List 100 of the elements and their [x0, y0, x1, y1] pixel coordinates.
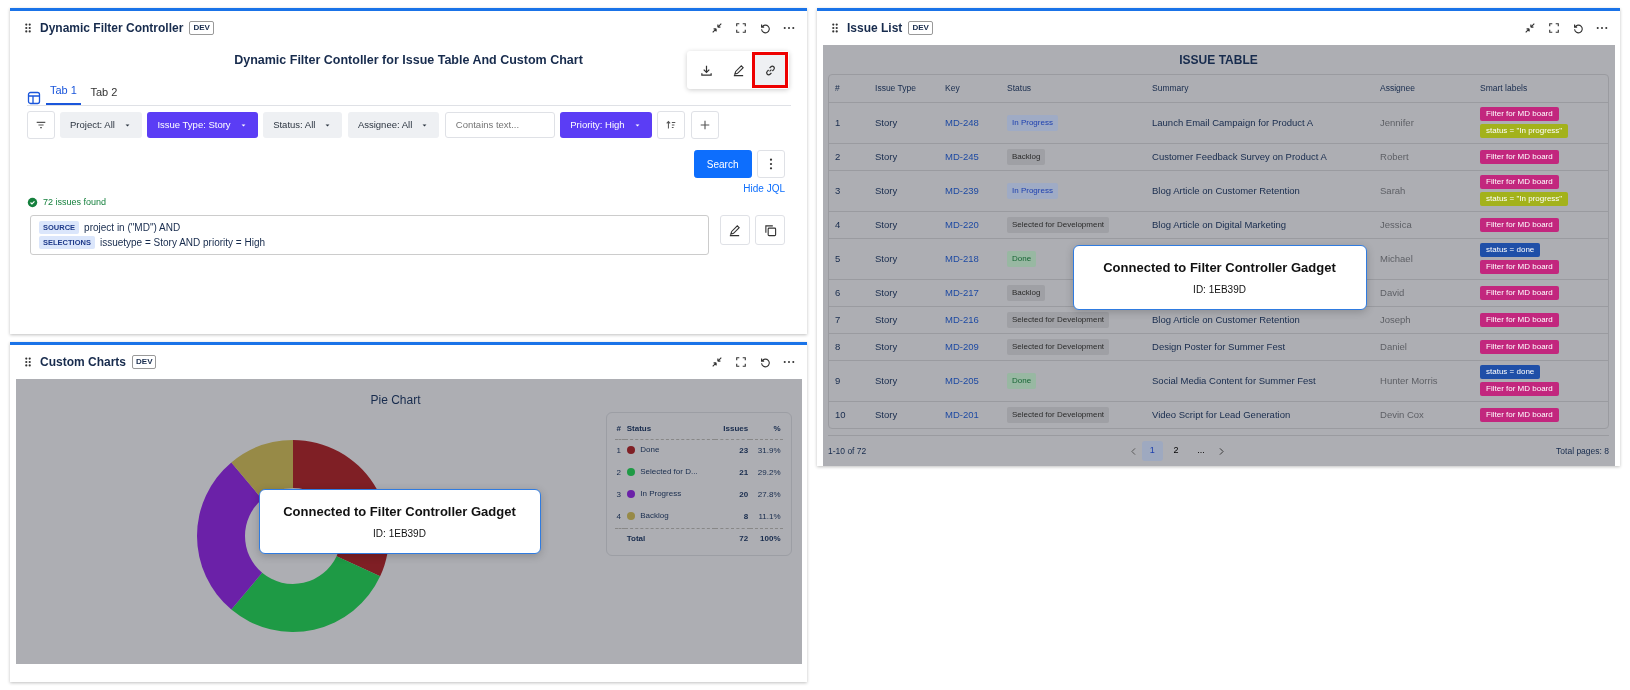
column-header: Issue Type: [869, 75, 939, 103]
status-label: Selected for Development: [1007, 216, 1110, 233]
search-button[interactable]: Search: [693, 150, 752, 179]
fullscreen-icon[interactable]: [735, 356, 747, 368]
issue-key-link[interactable]: MD-245: [945, 150, 979, 162]
refresh-icon[interactable]: [759, 22, 771, 34]
status-label: Selected for Development: [1007, 311, 1110, 328]
fullscreen-icon[interactable]: [735, 22, 747, 34]
filter-dropdown[interactable]: Status: All: [263, 112, 343, 139]
collapse-icon[interactable]: [711, 22, 723, 34]
result-count: 72 issues found: [43, 196, 107, 209]
hide-jql-link[interactable]: Hide JQL: [743, 181, 785, 196]
total-pages: Total pages: 8: [1556, 444, 1609, 458]
link-icon: [763, 63, 777, 77]
smart-label: Filter for MD board: [1480, 285, 1559, 300]
environment-tag: DEV: [908, 21, 933, 35]
table-cell: 3: [829, 170, 869, 212]
table-cell: Video Script for Lead Generation: [1152, 408, 1291, 420]
success-icon: [26, 197, 38, 209]
page-button[interactable]: 1: [1141, 441, 1163, 461]
filter-dropdown[interactable]: Assignee: All: [347, 112, 440, 139]
issue-key-link[interactable]: MD-205: [945, 374, 979, 386]
filter-dropdown[interactable]: Priority: High: [560, 112, 652, 139]
assignee-name: David: [1380, 286, 1405, 298]
issue-key-link[interactable]: MD-201: [945, 408, 979, 420]
issue-key-link[interactable]: MD-218: [945, 252, 979, 264]
drag-handle-icon[interactable]: [22, 22, 34, 34]
issue-key-link[interactable]: MD-209: [945, 340, 979, 352]
tab[interactable]: Tab 1: [46, 80, 81, 105]
legend-count: 20: [738, 489, 750, 501]
column-header: #: [829, 75, 869, 103]
environment-tag: DEV: [189, 21, 214, 35]
text-filter-field[interactable]: Contains text...: [444, 112, 555, 139]
issue-key-link[interactable]: MD-248: [945, 116, 979, 128]
legend-label: Backlog: [640, 510, 669, 522]
legend-header: Issues: [715, 419, 751, 440]
legend-percent: 11.1%: [750, 506, 783, 529]
table-cell: Blog Article on Customer Retention: [1152, 313, 1300, 325]
assignee-name: Hunter Morris: [1380, 374, 1438, 386]
table-cell: Story: [869, 333, 939, 361]
status-label: Selected for Development: [1007, 407, 1110, 423]
column-header: Assignee: [1374, 75, 1474, 103]
issue-key-link[interactable]: MD-239: [945, 184, 979, 196]
collapse-icon[interactable]: [711, 356, 723, 368]
smart-label: status = done: [1480, 365, 1541, 380]
gadget-title: Issue List: [847, 20, 903, 37]
column-header: Status: [1001, 75, 1146, 103]
fullscreen-icon[interactable]: [1548, 22, 1560, 34]
assignee-name: Joseph: [1380, 313, 1411, 325]
tab[interactable]: Tab 2: [86, 82, 122, 105]
refresh-icon[interactable]: [759, 356, 771, 368]
smart-label: Filter for MD board: [1480, 339, 1559, 354]
assignee-name: Michael: [1380, 252, 1413, 264]
table-cell: Launch Email Campaign for Product A: [1152, 116, 1314, 128]
filter-dropdown[interactable]: Project: All: [60, 112, 142, 139]
smart-label: status = "In progress": [1480, 124, 1569, 139]
gadget-title: Dynamic Filter Controller: [40, 20, 184, 37]
link-button[interactable]: [755, 55, 785, 85]
plus-icon: [698, 119, 711, 132]
table-cell: 7: [829, 306, 869, 334]
legend-header: #: [614, 419, 625, 440]
legend-count: 8: [715, 506, 751, 529]
legend-count: 23: [715, 439, 751, 462]
filter-dropdown[interactable]: Issue Type: Story: [147, 112, 258, 139]
smart-label: Filter for MD board: [1480, 217, 1559, 232]
layout-icon: [26, 90, 41, 105]
assignee-name: Daniel: [1380, 340, 1407, 352]
legend-percent: 27.8%: [756, 489, 782, 501]
dialog-title: Connected to Filter Controller Gadget: [282, 503, 517, 521]
issue-key-link[interactable]: MD-216: [945, 313, 979, 325]
assignee-name: Devin Cox: [1380, 408, 1424, 420]
copy-jql-button[interactable]: [755, 215, 785, 245]
legend-percent: 29.2%: [756, 467, 782, 479]
drag-handle-icon[interactable]: [829, 22, 841, 34]
table-cell: 2: [829, 143, 869, 171]
page-button[interactable]: ...: [1189, 441, 1213, 461]
smart-label: Filter for MD board: [1480, 382, 1559, 397]
legend-index: 4: [614, 506, 625, 529]
chart-title: Pie Chart: [369, 392, 422, 409]
table-cell: 6: [829, 279, 869, 307]
collapse-icon[interactable]: [1524, 22, 1536, 34]
issue-key-link[interactable]: MD-220: [945, 218, 979, 230]
refresh-icon[interactable]: [1572, 22, 1584, 34]
table-cell: 8: [829, 333, 869, 361]
table-cell: Blog Article on Digital Marketing: [1152, 218, 1287, 230]
issue-key-link[interactable]: MD-217: [945, 286, 979, 298]
legend-total-percent: 100%: [750, 528, 783, 549]
table-cell: Story: [869, 401, 939, 429]
drag-handle-icon[interactable]: [22, 356, 34, 368]
table-cell: Story: [869, 306, 939, 334]
environment-tag: DEV: [132, 355, 157, 369]
page-button[interactable]: 2: [1165, 441, 1187, 461]
table-title: ISSUE TABLE: [1178, 51, 1259, 69]
legend-percent: 31.9%: [750, 439, 783, 462]
table-cell: 10: [829, 401, 869, 429]
dialog-id: ID: 1EB39D: [1192, 282, 1247, 297]
assignee-name: Jennifer: [1380, 116, 1414, 128]
edit-jql-button[interactable]: [719, 215, 750, 245]
legend-label: Selected for D...: [640, 466, 698, 478]
assignee-name: Jessica: [1380, 218, 1412, 230]
